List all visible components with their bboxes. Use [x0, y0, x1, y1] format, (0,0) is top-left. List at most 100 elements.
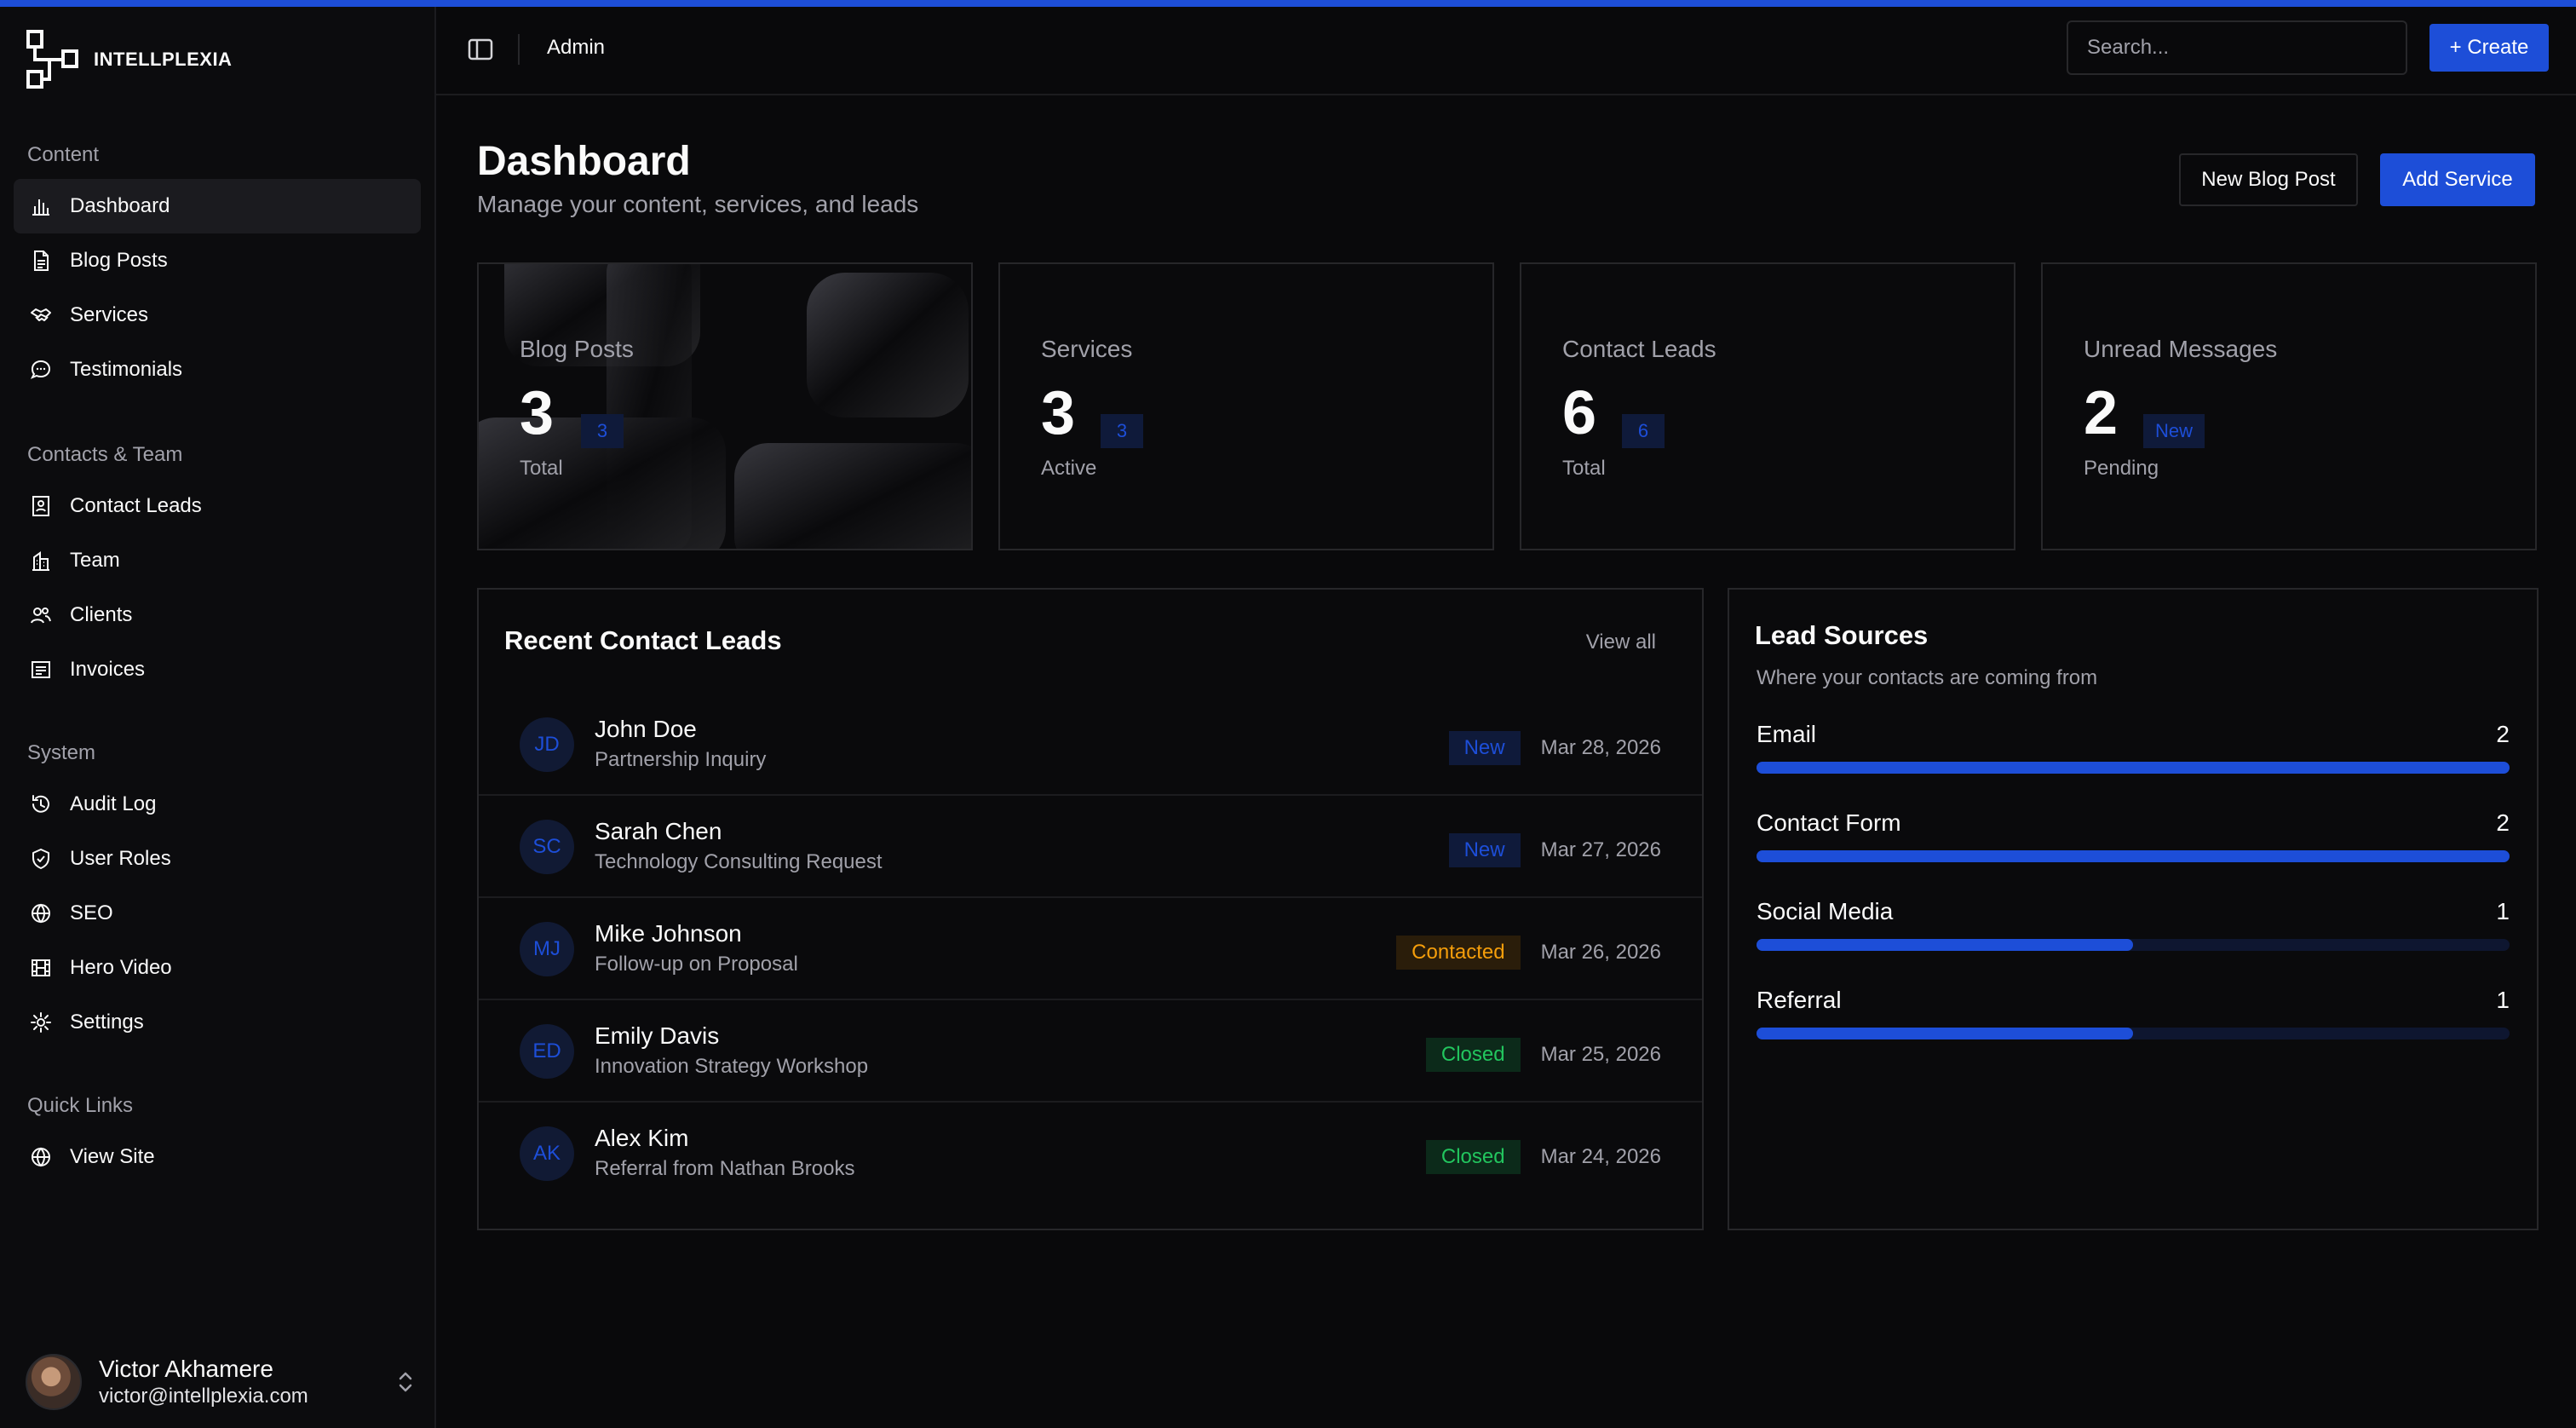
- stat-badge: 3: [1101, 414, 1143, 448]
- sidebar-item-label: Dashboard: [70, 194, 170, 217]
- stat-card-contact-leads[interactable]: Contact Leads 6 6 Total: [1520, 262, 2015, 550]
- lead-source-row: Email 2: [1757, 721, 2510, 780]
- source-label: Email: [1757, 721, 1817, 747]
- stat-caption: Active: [1041, 457, 1097, 480]
- lead-avatar: MJ: [520, 922, 574, 976]
- lead-name: Emily Davis: [595, 1022, 720, 1049]
- stat-card-blog-posts[interactable]: Blog Posts 3 3 Total: [477, 262, 973, 550]
- source-count: 2: [2496, 809, 2510, 836]
- page-subtitle: Manage your content, services, and leads: [477, 191, 919, 217]
- create-button[interactable]: + Create: [2429, 24, 2549, 72]
- sidebar-item-contact-leads[interactable]: Contact Leads: [14, 479, 421, 533]
- film-icon: [32, 959, 50, 976]
- table-row[interactable]: JD John Doe Partnership Inquiry Mar 28, 202…: [479, 695, 1702, 796]
- sidebar-item-view-site[interactable]: View Site: [14, 1130, 421, 1184]
- source-label: Referral: [1757, 987, 1842, 1013]
- globe-icon: [32, 903, 50, 924]
- nav-group-label: Quick Links: [27, 1094, 134, 1117]
- lead-subject: Referral from Nathan Brooks: [595, 1157, 855, 1180]
- lead-source-row: Referral 1: [1757, 987, 2510, 1046]
- lead-date: Mar 27, 2026: [1540, 838, 1661, 861]
- source-progress-fill: [1757, 1028, 2133, 1039]
- stat-value: 3: [1041, 379, 1076, 447]
- table-row[interactable]: ED Emily Davis Innovation Strategy Worksho…: [479, 1002, 1702, 1103]
- brand-name: INTELLPLEXIA: [94, 49, 233, 70]
- stat-card-services[interactable]: Services 3 3 Active: [998, 262, 1494, 550]
- table-row[interactable]: AK Alex Kim Referral from Nathan Brooks Mar…: [479, 1104, 1702, 1205]
- recent-contact-leads-panel: Recent Contact Leads View all JD John Doe…: [477, 588, 1704, 1230]
- globe-icon: [32, 1147, 50, 1167]
- sidebar-item-invoices[interactable]: Invoices: [14, 642, 421, 697]
- top-header: Admin + Create: [436, 7, 2576, 95]
- lead-source-row: Social Media 1: [1757, 898, 2510, 958]
- sidebar-item-settings[interactable]: Settings: [14, 995, 421, 1050]
- new-blog-post-button[interactable]: New Blog Post: [2179, 153, 2358, 206]
- sidebar-item-testimonials[interactable]: Testimonials: [14, 343, 421, 397]
- source-progress-track: [1757, 850, 2510, 862]
- sidebar-item-label: View Site: [70, 1145, 155, 1168]
- sidebar-toggle-icon[interactable]: [467, 36, 494, 63]
- building-icon: [32, 551, 49, 571]
- document-icon: [34, 250, 49, 271]
- users-icon: [31, 607, 51, 624]
- sidebar-item-label: Team: [70, 549, 120, 572]
- sidebar-item-blog-posts[interactable]: Blog Posts: [14, 233, 421, 288]
- source-progress-fill: [1757, 762, 2510, 774]
- panel-title: Recent Contact Leads: [504, 625, 782, 655]
- contact-book-icon: [32, 496, 49, 516]
- lead-subject: Partnership Inquiry: [595, 748, 767, 771]
- stat-value: 2: [2084, 379, 2119, 447]
- source-count: 1: [2496, 987, 2510, 1013]
- sidebar-item-clients[interactable]: Clients: [14, 588, 421, 642]
- receipt-icon: [32, 661, 50, 678]
- search-input[interactable]: [2067, 20, 2407, 75]
- stat-caption: Pending: [2084, 457, 2159, 480]
- sidebar-item-label: Hero Video: [70, 956, 172, 979]
- avatar: [26, 1354, 82, 1410]
- lead-subject: Technology Consulting Request: [595, 850, 883, 873]
- lead-avatar: ED: [520, 1024, 574, 1079]
- brand[interactable]: INTELLPLEXIA: [26, 26, 232, 94]
- breadcrumb[interactable]: Admin: [547, 36, 605, 60]
- stat-value: 6: [1562, 379, 1597, 447]
- sidebar-item-label: Audit Log: [70, 792, 157, 815]
- view-all-link[interactable]: View all: [1586, 631, 1656, 654]
- stat-badge: New: [2143, 414, 2205, 448]
- status-badge: New: [1448, 731, 1521, 765]
- nav-group-label: Content: [27, 143, 100, 166]
- sidebar-item-dashboard[interactable]: Dashboard: [14, 179, 421, 233]
- source-progress-fill: [1757, 850, 2510, 862]
- table-row[interactable]: MJ Mike Johnson Follow-up on Proposal Mar 2…: [479, 900, 1702, 1000]
- lead-name: Sarah Chen: [595, 818, 722, 844]
- stat-label: Services: [1041, 336, 1133, 362]
- sidebar-item-services[interactable]: Services: [14, 288, 421, 343]
- sidebar-item-hero-video[interactable]: Hero Video: [14, 941, 421, 995]
- sidebar-item-label: Contact Leads: [70, 494, 202, 517]
- lead-date: Mar 24, 2026: [1540, 1145, 1661, 1168]
- stat-label: Blog Posts: [520, 336, 634, 362]
- source-progress-track: [1757, 762, 2510, 774]
- lead-avatar: SC: [520, 820, 574, 874]
- user-email: victor@intellplexia.com: [99, 1385, 308, 1408]
- chevrons-up-down-icon[interactable]: [394, 1365, 417, 1399]
- lead-name: John Doe: [595, 716, 697, 742]
- sidebar-item-label: Settings: [70, 1011, 144, 1034]
- source-progress-track: [1757, 939, 2510, 951]
- sidebar-item-label: Services: [70, 303, 149, 326]
- source-count: 1: [2496, 898, 2510, 924]
- lead-date: Mar 25, 2026: [1540, 1043, 1661, 1066]
- table-row[interactable]: SC Sarah Chen Technology Consulting Reques…: [479, 797, 1702, 898]
- sidebar-item-team[interactable]: Team: [14, 533, 421, 588]
- sidebar-item-label: SEO: [70, 901, 113, 924]
- lead-sources-panel: Lead Sources Where your contacts are com…: [1728, 588, 2539, 1230]
- sidebar-item-seo[interactable]: SEO: [14, 886, 421, 941]
- status-badge: Closed: [1425, 1038, 1521, 1072]
- stat-badge: 3: [581, 414, 624, 448]
- sidebar-item-audit-log[interactable]: Audit Log: [14, 777, 421, 832]
- stat-card-unread-messages[interactable]: Unread Messages 2 New Pending: [2041, 262, 2537, 550]
- sidebar-item-user-roles[interactable]: User Roles: [14, 832, 421, 886]
- top-accent-bar: [0, 0, 2576, 7]
- user-menu[interactable]: Victor Akhamere victor@intellplexia.com: [26, 1348, 417, 1416]
- add-service-button[interactable]: Add Service: [2380, 153, 2535, 206]
- source-label: Contact Form: [1757, 809, 1901, 836]
